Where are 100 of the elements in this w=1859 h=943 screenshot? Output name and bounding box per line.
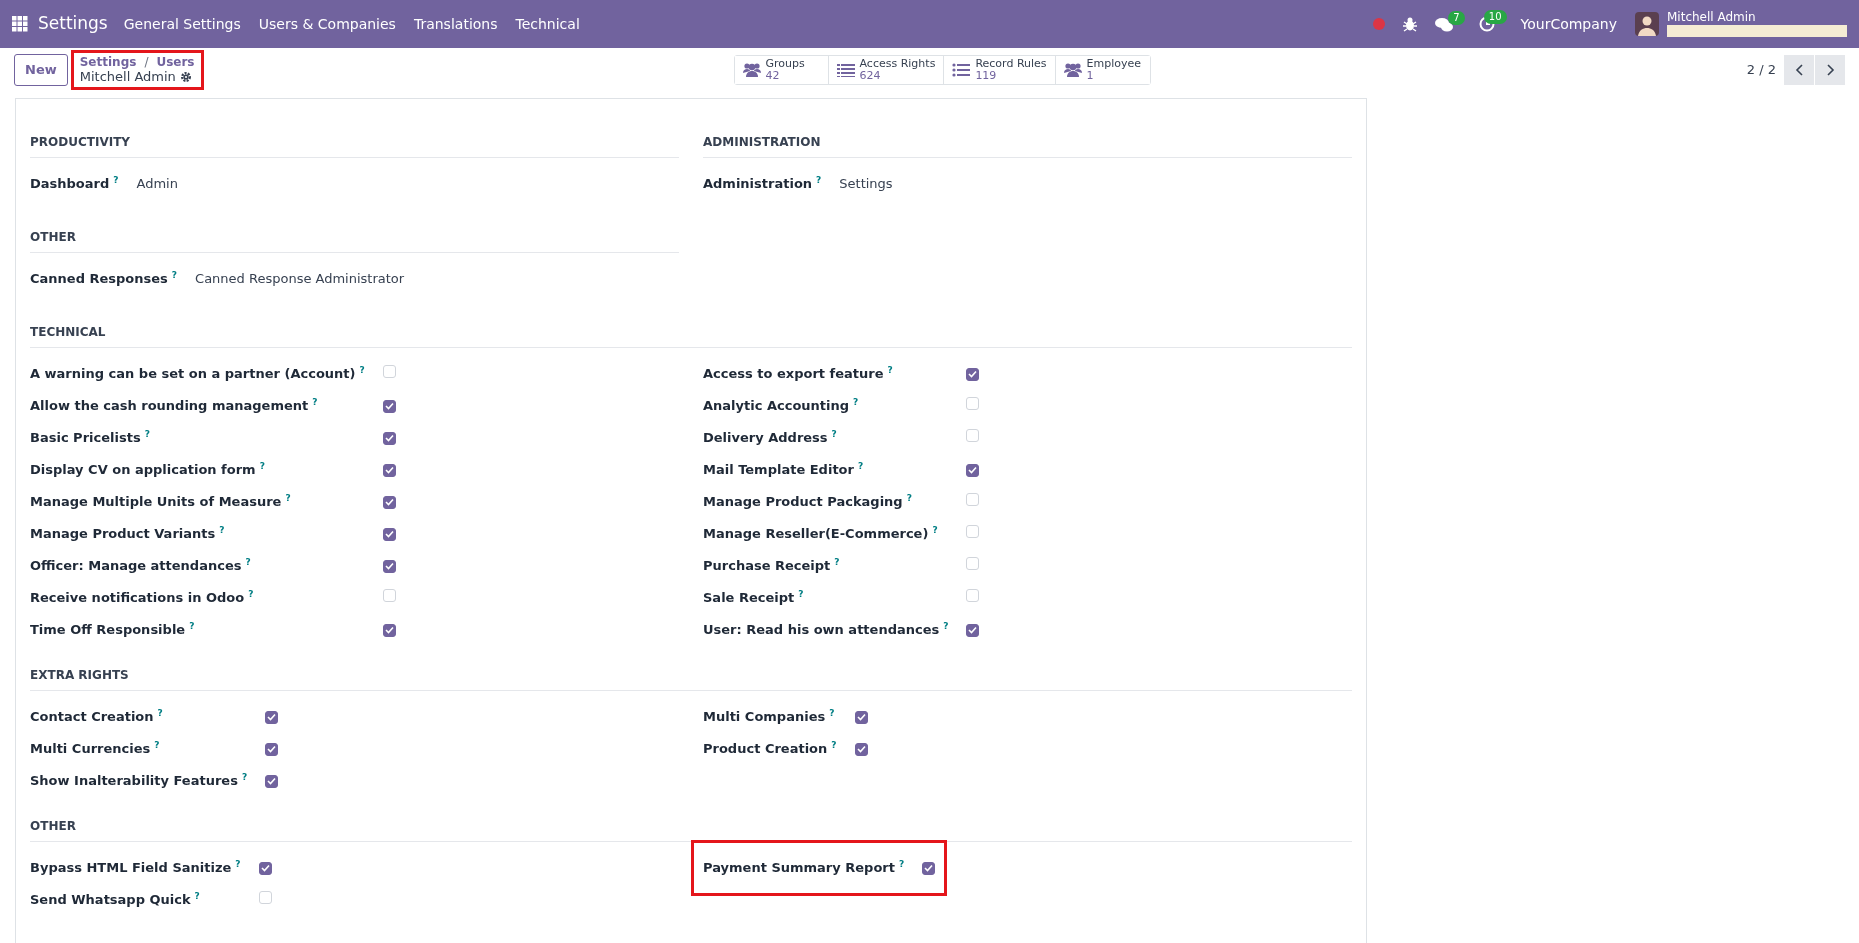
field-label: Basic Pricelists	[30, 430, 141, 446]
bullet-list-icon	[952, 62, 971, 78]
help-icon[interactable]: ?	[312, 397, 318, 408]
help-icon[interactable]: ?	[834, 557, 840, 568]
checkbox[interactable]	[382, 399, 396, 413]
stat-button[interactable]: Groups 42	[734, 56, 829, 84]
field-label: Manage Product Variants	[30, 526, 216, 542]
help-icon[interactable]: ?	[245, 557, 251, 568]
section-title: ADMINISTRATION	[703, 133, 1352, 158]
field-value[interactable]: Admin	[136, 176, 178, 192]
checkbox[interactable]	[382, 431, 396, 445]
checkbox[interactable]	[382, 559, 396, 573]
help-icon[interactable]: ?	[831, 429, 837, 440]
field-label: Manage Reseller(E-Commerce)	[703, 526, 929, 542]
checkbox[interactable]	[382, 623, 396, 637]
field-label: Manage Multiple Units of Measure	[30, 494, 282, 510]
help-icon[interactable]: ?	[154, 740, 160, 751]
help-icon[interactable]: ?	[235, 859, 241, 870]
help-icon[interactable]: ?	[259, 461, 265, 472]
help-icon[interactable]: ?	[248, 589, 254, 600]
checkbox[interactable]	[265, 774, 279, 788]
section-title: OTHER	[30, 228, 679, 253]
checkbox[interactable]	[265, 742, 279, 756]
field-label: Display CV on application form	[30, 462, 256, 478]
help-icon[interactable]: ?	[829, 708, 835, 719]
menu-item[interactable]: Technical	[515, 13, 580, 35]
help-icon[interactable]: ?	[219, 525, 225, 536]
field-label: Manage Product Packaging	[703, 494, 903, 510]
gear-icon[interactable]	[179, 71, 192, 84]
help-icon[interactable]: ?	[194, 891, 200, 902]
previous-button[interactable]	[1784, 55, 1814, 85]
help-icon[interactable]: ?	[932, 525, 938, 536]
field-label: Multi Companies	[703, 709, 826, 725]
field-label: Dashboard	[30, 176, 110, 192]
bug-icon	[1402, 16, 1417, 32]
field-label: Show Inalterability Features	[30, 773, 238, 789]
apps-menu-icon[interactable]	[12, 16, 28, 32]
checkbox[interactable]	[382, 463, 396, 477]
section-title: OTHER	[30, 817, 1352, 842]
checkbox[interactable]	[966, 623, 980, 637]
checkbox[interactable]	[382, 495, 396, 509]
checkbox[interactable]	[258, 861, 272, 875]
checkbox[interactable]	[922, 861, 936, 875]
help-icon[interactable]: ?	[798, 589, 804, 600]
field-value[interactable]: Settings	[839, 176, 893, 192]
avatar-icon	[1635, 12, 1659, 36]
menu-item[interactable]: Users & Companies	[258, 13, 396, 35]
message-count: 7	[1448, 10, 1465, 25]
record-title: Mitchell Admin	[79, 69, 176, 85]
recording-dot-icon	[1372, 18, 1385, 30]
new-button[interactable]: New	[14, 54, 68, 86]
users-icon	[1063, 62, 1082, 78]
help-icon[interactable]: ?	[189, 621, 195, 632]
field-label: A warning can be set on a partner (Account)	[30, 366, 356, 382]
field-label: Contact Creation	[30, 709, 154, 725]
help-icon[interactable]: ?	[144, 429, 150, 440]
help-icon[interactable]: ?	[816, 175, 822, 186]
checkbox[interactable]	[854, 710, 868, 724]
section-title: EXTRA RIGHTS	[30, 666, 1352, 691]
section-title: PRODUCTIVITY	[30, 133, 679, 158]
field-value[interactable]: Canned Response Administrator	[195, 271, 405, 287]
app-title: Settings	[38, 12, 108, 36]
field-label: Product Creation	[703, 741, 828, 757]
field-label: Sale Receipt	[703, 590, 795, 606]
breadcrumb-link[interactable]: Users	[156, 55, 195, 70]
help-icon[interactable]: ?	[853, 397, 859, 408]
field-label: Officer: Manage attendances	[30, 558, 242, 574]
field-label: Bypass HTML Field Sanitize	[30, 860, 232, 876]
users-icon	[742, 62, 761, 78]
chat-icon	[1434, 16, 1453, 32]
checkbox[interactable]	[966, 463, 980, 477]
help-icon[interactable]: ?	[113, 175, 119, 186]
user-name[interactable]: Mitchell Admin	[1667, 11, 1847, 25]
help-icon[interactable]: ?	[171, 270, 178, 281]
breadcrumb-link[interactable]: Settings	[79, 55, 137, 70]
help-icon[interactable]: ?	[857, 461, 864, 472]
checkbox[interactable]	[265, 710, 279, 724]
checkbox[interactable]	[854, 742, 868, 756]
help-icon[interactable]: ?	[831, 740, 837, 751]
help-icon[interactable]: ?	[157, 708, 163, 719]
help-icon[interactable]: ?	[241, 772, 248, 783]
help-icon[interactable]: ?	[887, 365, 893, 376]
section-title: TECHNICAL	[30, 323, 1352, 348]
field-label: Multi Currencies	[30, 741, 151, 757]
help-icon[interactable]: ?	[898, 859, 905, 870]
help-icon[interactable]: ?	[906, 493, 912, 504]
menu-item[interactable]: General Settings	[123, 13, 241, 35]
help-icon[interactable]: ?	[359, 365, 365, 376]
checkbox[interactable]	[966, 367, 980, 381]
checkbox[interactable]	[382, 527, 396, 541]
next-button[interactable]	[1815, 55, 1845, 85]
activity-count: 10	[1483, 10, 1507, 24]
field-label: Analytic Accounting	[703, 398, 850, 414]
company-name[interactable]: YourCompany	[1520, 13, 1617, 35]
help-icon[interactable]: ?	[943, 621, 949, 632]
field-label: Send Whatsapp Quick	[30, 892, 191, 908]
help-icon[interactable]: ?	[285, 493, 291, 504]
menu-item[interactable]: Translations	[413, 13, 498, 35]
breadcrumb-separator: /	[144, 55, 149, 70]
field-label: Payment Summary Report	[703, 860, 895, 876]
